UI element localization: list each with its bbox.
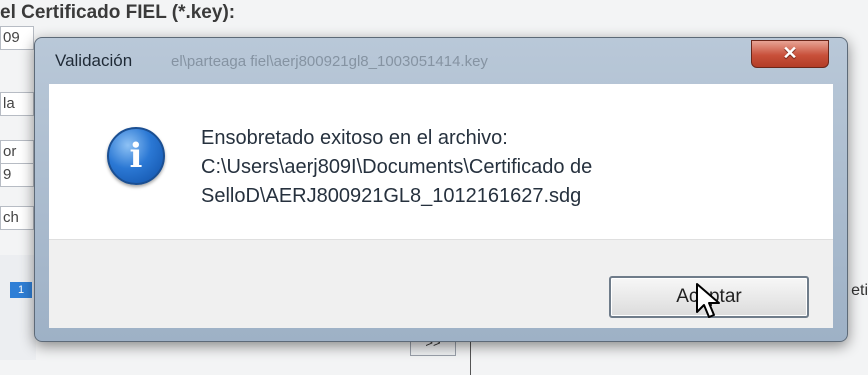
message-path-line: SelloD\AERJ800921GL8_1012161627.sdg xyxy=(201,185,582,207)
dialog-content: i Ensobretado exitoso en el archivo: C:\… xyxy=(49,84,833,239)
close-icon: ✕ xyxy=(782,43,798,63)
message-line: Ensobretado exitoso en el archivo: xyxy=(201,127,508,149)
message-path-line: C:\Users\aerj809I\Documents\Certificado … xyxy=(201,156,593,178)
mouse-pointer-icon xyxy=(696,283,720,318)
background-field[interactable]: 9 xyxy=(0,163,34,187)
background-field[interactable]: 09 xyxy=(0,26,34,50)
background-label: el Certificado FIEL (*.key): xyxy=(0,2,236,23)
background-field[interactable]: ch xyxy=(0,206,34,230)
background-panel xyxy=(0,255,36,360)
background-selected-item[interactable]: 1 xyxy=(10,282,32,298)
dialog-title-path: el\parteaga fiel\aerj800921gl8_100305141… xyxy=(171,53,488,70)
background-text: eti xyxy=(851,282,868,299)
dialog-message: Ensobretado exitoso en el archivo: C:\Us… xyxy=(201,124,592,211)
dialog-titlebar[interactable]: Validación el\parteaga fiel\aerj800921gl… xyxy=(35,38,847,82)
background-field[interactable]: or xyxy=(0,140,34,164)
dialog-title: Validación xyxy=(55,51,133,70)
info-icon: i xyxy=(107,127,165,185)
close-button[interactable]: ✕ xyxy=(751,40,829,68)
background-field[interactable]: la xyxy=(0,92,34,116)
validation-dialog: Validación el\parteaga fiel\aerj800921gl… xyxy=(34,37,848,342)
